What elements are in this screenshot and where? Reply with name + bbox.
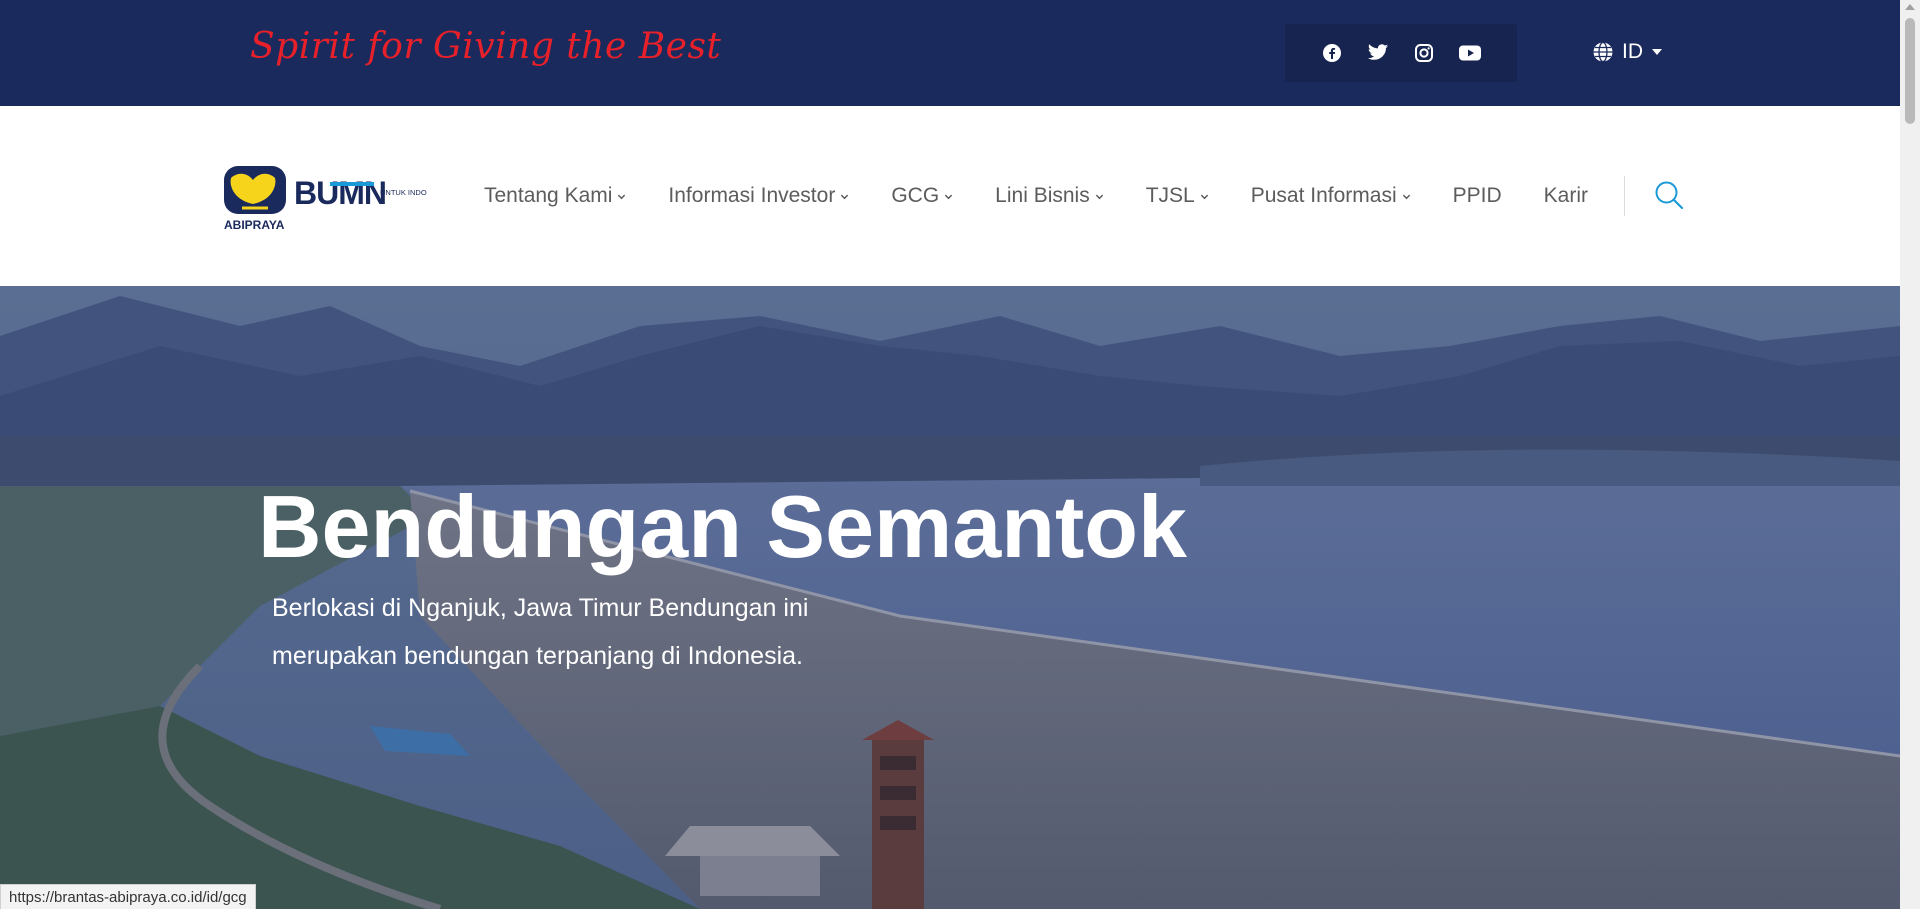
globe-icon — [1593, 41, 1613, 63]
bumn-subtitle: UNTUK INDONESIA — [380, 188, 427, 197]
nav-item-karir[interactable]: Karir — [1544, 184, 1588, 208]
scroll-up-arrow-icon[interactable] — [1905, 4, 1915, 10]
caret-down-icon — [1652, 49, 1662, 55]
page: Spirit for Giving the Best ID ABIPRAYA B… — [0, 0, 1920, 909]
language-label: ID — [1622, 40, 1643, 63]
nav-item-lini-bisnis[interactable]: Lini Bisnis — [995, 184, 1104, 208]
top-bar: Spirit for Giving the Best ID — [0, 0, 1900, 106]
page-scrollbar[interactable] — [1900, 0, 1920, 909]
nav-item-label: PPID — [1452, 184, 1502, 207]
logo[interactable]: ABIPRAYA BUMN UNTUK INDONESIA — [222, 164, 449, 234]
nav-item-gcg[interactable]: GCG — [891, 184, 953, 208]
hero-description: Berlokasi di Nganjuk, Jawa Timur Bendung… — [272, 594, 809, 670]
nav-item-label: TJSL — [1145, 184, 1195, 207]
tagline: Spirit for Giving the Best — [250, 26, 722, 67]
chevron-down-icon — [841, 194, 849, 199]
nav-item-tjsl[interactable]: TJSL — [1146, 184, 1209, 208]
nav-item-label: Pusat Informasi — [1250, 184, 1397, 207]
chevron-down-icon — [1095, 194, 1103, 199]
nav-item-ppid[interactable]: PPID — [1453, 184, 1502, 208]
nav-item-label: GCG — [891, 184, 940, 207]
chevron-down-icon — [618, 194, 626, 199]
main-menu: Tentang Kami Informasi Investor GCG Lini Bi… — [484, 184, 1630, 208]
nav-divider — [1624, 176, 1625, 216]
scrollbar-thumb[interactable] — [1905, 18, 1915, 124]
chevron-down-icon — [1402, 194, 1410, 199]
instagram-icon[interactable] — [1412, 41, 1436, 65]
hero-banner: Bendungan Semantok Berlokasi di Nganjuk,… — [0, 286, 1900, 909]
nav-item-label: Lini Bisnis — [995, 184, 1090, 207]
nav-item-label: Tentang Kami — [484, 184, 613, 207]
language-selector[interactable]: ID — [1592, 40, 1663, 64]
nav-item-informasi-investor[interactable]: Informasi Investor — [668, 184, 849, 208]
bumn-text: BUMN — [294, 175, 386, 211]
main-navbar: ABIPRAYA BUMN UNTUK INDONESIA Tentang Ka… — [0, 106, 1900, 286]
youtube-icon[interactable] — [1458, 41, 1482, 65]
social-links — [1285, 24, 1517, 82]
logo-text: ABIPRAYA — [224, 218, 285, 232]
nav-item-label: Informasi Investor — [668, 184, 836, 207]
link-status-url: https://brantas-abipraya.co.id/id/gcg — [0, 884, 256, 909]
chevron-down-icon — [1200, 194, 1208, 199]
hero-title: Bendungan Semantok — [258, 477, 1187, 576]
chevron-down-icon — [945, 194, 953, 199]
nav-item-label: Karir — [1543, 184, 1588, 207]
facebook-icon[interactable] — [1320, 41, 1344, 65]
nav-item-tentang-kami[interactable]: Tentang Kami — [484, 184, 626, 208]
nav-item-pusat-informasi[interactable]: Pusat Informasi — [1251, 184, 1411, 208]
search-icon[interactable] — [1654, 180, 1684, 210]
twitter-icon[interactable] — [1366, 41, 1390, 65]
